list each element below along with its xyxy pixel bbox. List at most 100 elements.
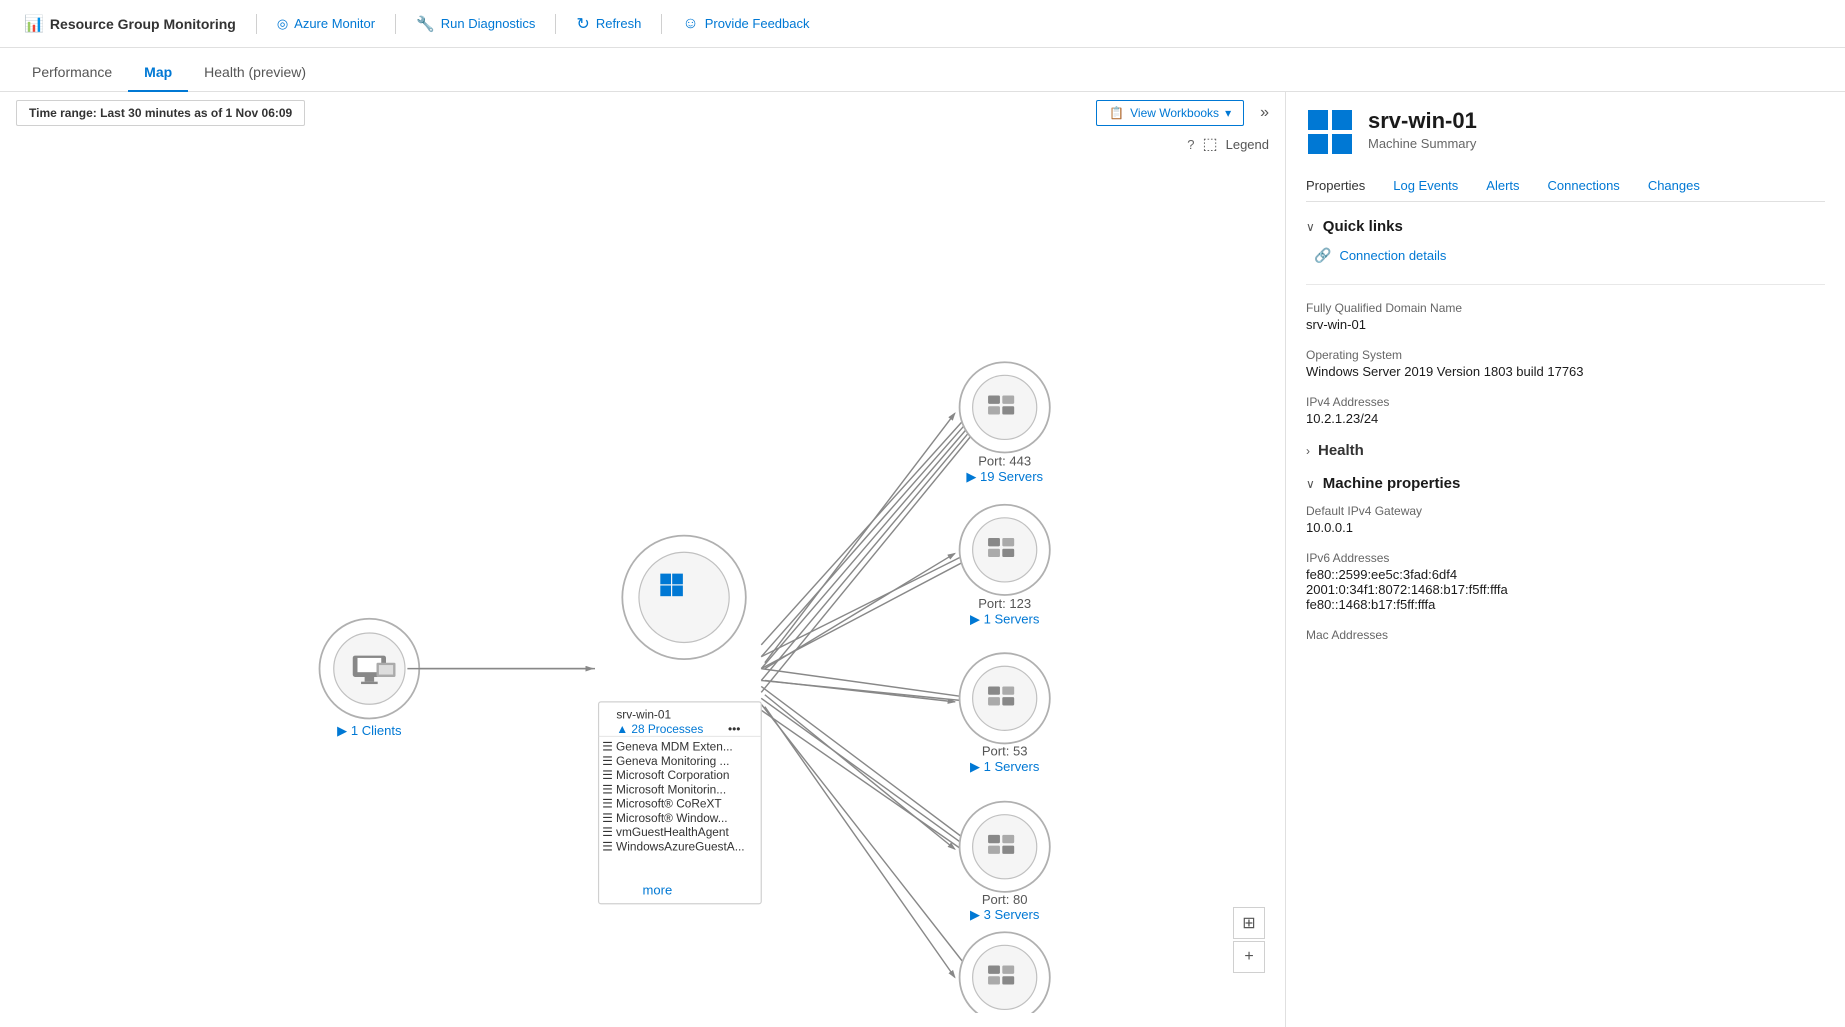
gateway-value: 10.0.0.1 [1306, 520, 1825, 535]
port-32526-node[interactable] [960, 932, 1050, 1013]
ipv6-value-2: 2001:0:34f1:8072:1468:b17:f5ff:fffa [1306, 582, 1825, 597]
tab-properties[interactable]: Properties [1306, 172, 1379, 201]
connection-icon: 🔗 [1314, 247, 1331, 264]
port-80-node[interactable] [960, 802, 1050, 892]
ipv6-group: IPv6 Addresses fe80::2599:ee5c:3fad:6df4… [1306, 551, 1825, 612]
fqdn-value: srv-win-01 [1306, 317, 1825, 332]
port-icon-80d [1002, 846, 1014, 854]
port-icon-443c [988, 406, 1000, 414]
client-label: ▶ 1 Clients [337, 723, 402, 738]
fqdn-label: Fully Qualified Domain Name [1306, 301, 1825, 315]
line-to-80-2 [761, 698, 975, 852]
os-label: Operating System [1306, 348, 1825, 362]
nav-provide-feedback[interactable]: ☺ Provide Feedback [670, 7, 821, 41]
ipv6-value-1: fe80::2599:ee5c:3fad:6df4 [1306, 567, 1825, 582]
port-53-node[interactable] [960, 653, 1050, 743]
brand-nav-item[interactable]: 📊 Resource Group Monitoring [12, 6, 248, 42]
expand-icon[interactable]: » [1260, 104, 1269, 122]
machine-props-title: Machine properties [1323, 475, 1461, 492]
arrow-to-123 [765, 553, 955, 668]
tab-alerts[interactable]: Alerts [1472, 172, 1533, 201]
fqdn-group: Fully Qualified Domain Name srv-win-01 [1306, 301, 1825, 332]
map-controls: ⊞ + [1233, 907, 1265, 973]
line-to-123-1 [761, 550, 975, 657]
proc-2: ☰ Geneva Monitoring ... [602, 754, 729, 768]
nav-divider-1 [256, 14, 257, 34]
azure-monitor-icon: ◎ [277, 16, 288, 32]
proc-4: ☰ Microsoft Monitorin... [602, 782, 726, 796]
quick-links-header[interactable]: ∨ Quick links [1306, 218, 1825, 235]
port-443-label: Port: 443 [978, 454, 1031, 469]
port-123-label: Port: 123 [978, 596, 1031, 611]
port-icon-123b [1002, 538, 1014, 546]
health-header[interactable]: › Health [1306, 442, 1825, 459]
client-node[interactable] [320, 619, 420, 719]
map-legend-row: ? ⬚ Legend [0, 134, 1285, 158]
line-to-80-1 [761, 686, 975, 846]
process-menu: ••• [728, 722, 740, 736]
ipv4-label: IPv4 Addresses [1306, 395, 1825, 409]
main-layout: Time range: Last 30 minutes as of 1 Nov … [0, 92, 1845, 1027]
port-80-label: Port: 80 [982, 892, 1028, 907]
tab-changes[interactable]: Changes [1634, 172, 1714, 201]
port-icon-80 [988, 835, 1000, 843]
workbooks-chevron-icon: ▾ [1225, 106, 1231, 120]
port-123-servers: ▶ 1 Servers [970, 612, 1040, 627]
tab-connections[interactable]: Connections [1534, 172, 1634, 201]
brand-label: Resource Group Monitoring [50, 16, 236, 32]
nav-refresh[interactable]: ↻ Refresh [564, 6, 653, 42]
port-53-servers: ▶ 1 Servers [970, 759, 1040, 774]
port-icon-32526c [988, 976, 1000, 984]
expand-map-icon[interactable]: ⬚ [1202, 134, 1217, 154]
view-workbooks-button[interactable]: 📋 View Workbooks ▾ [1096, 100, 1244, 126]
zoom-in-button[interactable]: + [1233, 941, 1265, 973]
server-name-map: srv-win-01 [616, 708, 671, 722]
health-chevron: › [1306, 444, 1310, 458]
port-123-node[interactable] [960, 505, 1050, 595]
ipv4-value: 10.2.1.23/24 [1306, 411, 1825, 426]
nav-divider-3 [555, 14, 556, 34]
nav-run-diagnostics[interactable]: 🔧 Run Diagnostics [404, 7, 547, 41]
port-443-node[interactable] [960, 362, 1050, 452]
proc-6: ☰ Microsoft® Window... [602, 811, 727, 825]
port-icon-80c [988, 846, 1000, 854]
time-range-value: Last 30 minutes as of 1 Nov 06:09 [100, 106, 292, 120]
machine-props-chevron: ∨ [1306, 477, 1315, 491]
client-screen-2 [379, 665, 393, 675]
workbooks-label: View Workbooks [1130, 106, 1219, 120]
server-node[interactable] [622, 536, 746, 660]
machine-props-header[interactable]: ∨ Machine properties [1306, 475, 1825, 492]
line-to-443-2 [761, 413, 975, 656]
arrow-to-443 [765, 413, 955, 662]
provide-feedback-label: Provide Feedback [705, 16, 810, 31]
time-range-button[interactable]: Time range: Last 30 minutes as of 1 Nov … [16, 100, 305, 126]
windows-logo [1306, 108, 1354, 156]
map-area: Time range: Last 30 minutes as of 1 Nov … [0, 92, 1285, 1027]
gateway-label: Default IPv4 Gateway [1306, 504, 1825, 518]
port-icon-123c [988, 549, 1000, 557]
quick-links-chevron: ∨ [1306, 220, 1315, 234]
fit-to-screen-button[interactable]: ⊞ [1233, 907, 1265, 939]
proc-3: ☰ Microsoft Corporation [602, 768, 729, 782]
health-title: Health [1318, 442, 1364, 459]
ipv6-label: IPv6 Addresses [1306, 551, 1825, 565]
help-icon[interactable]: ? [1187, 137, 1194, 152]
proc-5: ☰ Microsoft® CoReXT [602, 797, 722, 811]
port-icon-123d [1002, 549, 1014, 557]
tab-performance[interactable]: Performance [16, 54, 128, 92]
right-panel: srv-win-01 Machine Summary Properties Lo… [1285, 92, 1845, 1027]
tab-health[interactable]: Health (preview) [188, 54, 322, 92]
refresh-icon: ↻ [576, 14, 589, 34]
tab-map[interactable]: Map [128, 54, 188, 92]
nav-divider-2 [395, 14, 396, 34]
nav-azure-monitor[interactable]: ◎ Azure Monitor [265, 8, 387, 40]
port-80-servers: ▶ 3 Servers [970, 907, 1040, 922]
gateway-group: Default IPv4 Gateway 10.0.0.1 [1306, 504, 1825, 535]
client-stand [365, 677, 375, 682]
connection-details-link[interactable]: 🔗 Connection details [1314, 247, 1825, 264]
tab-log-events[interactable]: Log Events [1379, 172, 1472, 201]
port-53-label: Port: 53 [982, 743, 1028, 758]
port-icon-32526 [988, 966, 1000, 974]
more-link[interactable]: more [643, 882, 673, 897]
proc-7: ☰ vmGuestHealthAgent [602, 825, 729, 839]
